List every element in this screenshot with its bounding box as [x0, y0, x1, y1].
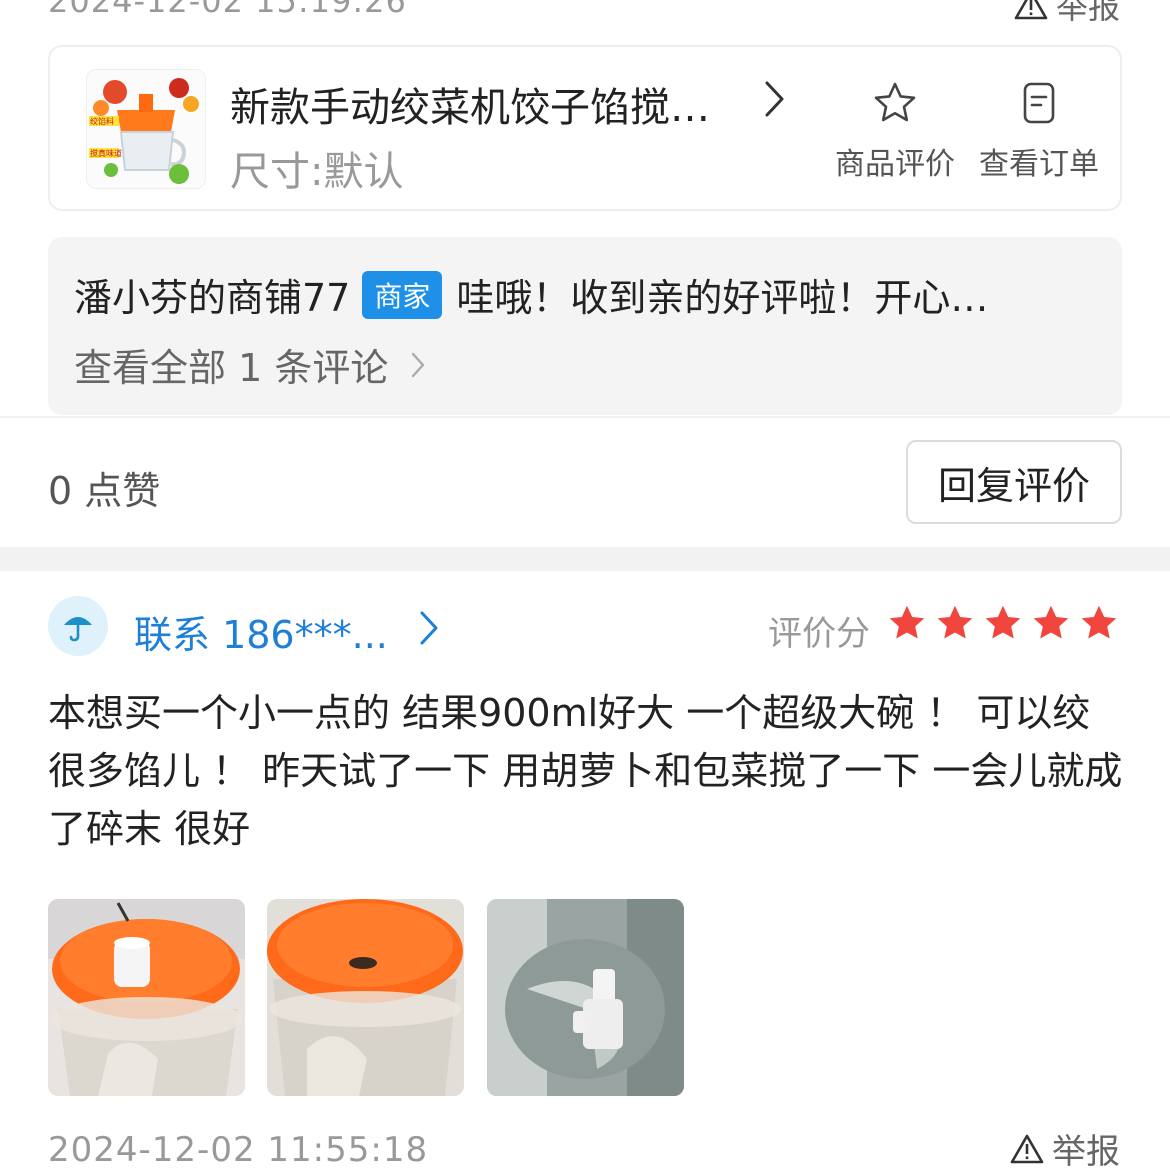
star-rating — [888, 604, 1118, 642]
star-icon — [874, 82, 916, 122]
star-icon — [937, 605, 973, 639]
merchant-badge: 商家 — [362, 270, 443, 319]
merchant-reply-box[interactable]: 潘小芬的商铺77 商家 哇哦！收到亲的好评啦！开心… 查看全部 1 条评论 — [48, 237, 1122, 415]
star-icon — [889, 605, 925, 639]
product-thumbnail[interactable]: 绞馅料 搅真味道 — [86, 69, 206, 189]
merchant-reply-line: 潘小芬的商铺77 商家 哇哦！收到亲的好评啦！开心… — [74, 267, 1056, 322]
score-label: 评价分 — [768, 614, 870, 654]
report-label: 举报 — [1055, 0, 1120, 26]
view-all-label: 查看全部 1 条评论 — [74, 346, 389, 390]
review-photo-3[interactable] — [487, 899, 684, 1096]
star-icon — [1033, 605, 1069, 639]
previous-review-timestamp: 2024-12-02 15:19:26 — [48, 0, 407, 20]
star-icon — [1081, 605, 1117, 639]
reviewer-name[interactable]: 联系 186***... — [134, 604, 388, 659]
chevron-right-icon[interactable] — [762, 77, 788, 121]
report-button[interactable]: 举报 — [1010, 1124, 1120, 1170]
thumb-text-1: 绞馅料 — [90, 116, 114, 126]
star-icon — [985, 605, 1021, 639]
chevron-right-icon — [412, 352, 425, 377]
divider — [0, 416, 1170, 418]
review-text: 本想买一个小一点的 结果900ml好大 一个超级大碗 ！ 可以绞很多馅儿 ！ 昨… — [48, 691, 1123, 851]
view-all-comments-link[interactable]: 查看全部 1 条评论 — [74, 337, 426, 392]
thumb-text-2: 搅真味道 — [90, 148, 122, 158]
view-order-button[interactable]: 查看订单 — [974, 81, 1104, 183]
reply-review-button[interactable]: 回复评价 — [906, 440, 1122, 524]
section-separator — [0, 547, 1170, 571]
product-review-button[interactable]: 商品评价 — [830, 81, 960, 183]
review-timestamp: 2024-12-02 11:55:18 — [48, 1130, 429, 1170]
warning-icon — [1010, 1134, 1044, 1163]
umbrella-icon — [64, 617, 92, 642]
avatar[interactable] — [48, 596, 108, 656]
report-label: 举报 — [1052, 1132, 1120, 1170]
chevron-right-icon[interactable] — [416, 608, 442, 648]
order-icon — [1023, 82, 1055, 124]
review-photo-1[interactable] — [48, 899, 245, 1096]
like-count[interactable]: 0 点赞 — [48, 460, 160, 515]
merchant-reply-text: 哇哦！收到亲的好评啦！开心… — [456, 276, 989, 320]
previous-report-button[interactable]: 举报 — [1014, 0, 1120, 28]
product-card[interactable]: 绞馅料 搅真味道 新款手动绞菜机饺子馅搅… 尺寸:默认 商品评价 查看订单 — [48, 45, 1122, 211]
view-order-label: 查看订单 — [979, 147, 1099, 182]
review-photo-2[interactable] — [267, 899, 464, 1096]
product-title[interactable]: 新款手动绞菜机饺子馅搅… — [230, 75, 740, 133]
product-review-label: 商品评价 — [835, 147, 955, 182]
shop-name: 潘小芬的商铺77 — [74, 276, 351, 320]
product-spec: 尺寸:默认 — [230, 149, 404, 195]
warning-icon — [1014, 0, 1048, 20]
